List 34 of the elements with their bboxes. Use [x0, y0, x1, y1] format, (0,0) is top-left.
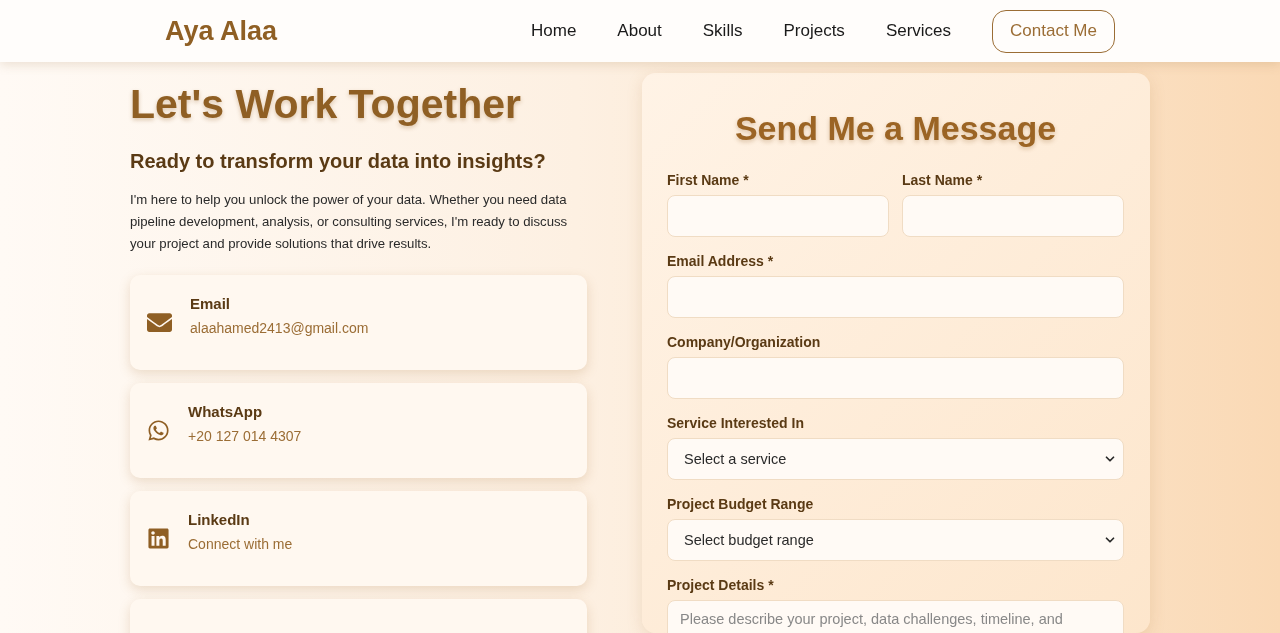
contact-label: Email — [190, 295, 232, 312]
subheading: Ready to transform your data into insights? — [130, 150, 547, 173]
contact-value: alaahamed2413@gmail.com — [190, 320, 369, 336]
page-heading: Let's Work Together — [130, 81, 522, 128]
contact-value: +20 127 014 4307 — [188, 428, 302, 444]
field-label: Company/Organization — [667, 334, 822, 350]
nav-link[interactable]: About — [617, 21, 662, 41]
field-label: Last Name * — [902, 172, 984, 188]
nav-link[interactable]: Skills — [702, 21, 743, 41]
contact-button[interactable]: Contact Me — [992, 9, 1115, 53]
form-title: Send Me a Message — [733, 109, 1058, 148]
text-field[interactable] — [902, 195, 1124, 237]
textarea-field[interactable]: Please describe your project, data challenges, timeline, and — [667, 600, 1124, 633]
field-label: Email Address * — [667, 253, 775, 269]
field-label: First Name * — [667, 172, 750, 188]
field-label: Project Details * — [667, 577, 775, 593]
whatsapp-icon — [147, 419, 170, 442]
nav-link[interactable]: Home — [531, 21, 577, 41]
intro-paragraph: I'm here to help you unlock the power of your data. Whether you need data pipeline development, analysis, or consulting services, I'm ready to discuss your project and provide solutions that drive results. — [130, 191, 569, 253]
text-field[interactable] — [667, 276, 1124, 318]
envelope-icon — [147, 310, 172, 335]
select-field[interactable]: Select budget range — [667, 519, 1124, 561]
contact-label: WhatsApp — [188, 403, 264, 420]
contact-value: Connect with me — [188, 536, 293, 552]
select-field[interactable]: Select a service — [667, 438, 1124, 480]
nav-link[interactable]: Projects — [783, 21, 845, 41]
field-label: Service Interested In — [667, 415, 805, 431]
contact-label: LinkedIn — [188, 511, 251, 528]
field-label: Project Budget Range — [667, 496, 815, 512]
nav-link[interactable]: Services — [885, 21, 952, 41]
linkedin-icon — [147, 527, 170, 550]
logo[interactable]: Aya Alaa — [165, 15, 278, 47]
text-field[interactable] — [667, 195, 889, 237]
text-field[interactable] — [667, 357, 1124, 399]
